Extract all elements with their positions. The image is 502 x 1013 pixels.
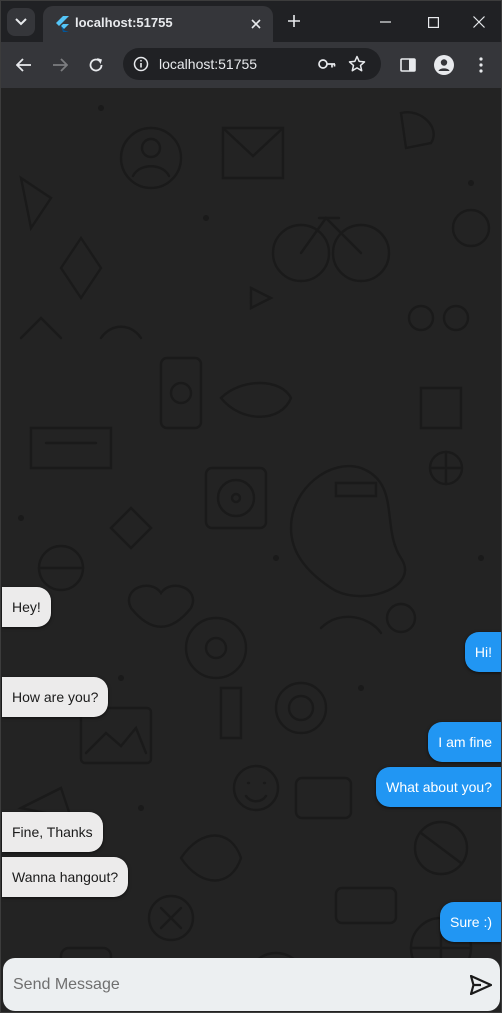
side-panel-icon [400,58,416,72]
incoming-message: Fine, Thanks [2,812,103,852]
send-icon [470,975,492,995]
close-icon[interactable] [247,15,265,33]
side-panel-button[interactable] [394,51,422,79]
incoming-message: Hey! [2,587,51,627]
tab-search-button[interactable] [7,8,35,36]
chat-screen: Hey! Hi! How are you? I am fine What abo… [1,88,501,1012]
reload-button[interactable] [82,51,110,79]
outgoing-message: What about you? [376,767,501,807]
minimize-icon [379,21,391,23]
menu-button[interactable] [467,51,495,79]
profile-button[interactable] [430,51,458,79]
window-close-button[interactable] [465,9,493,35]
outgoing-message: I am fine [428,722,501,762]
flutter-icon [56,16,69,32]
incoming-message: Wanna hangout? [2,857,129,897]
browser-window: localhost:51755 localhost:51755 Hey! Hi!… [0,0,502,1013]
tab-title: localhost:51755 [75,15,173,30]
browser-tab[interactable]: localhost:51755 [43,6,273,42]
maximize-button[interactable] [419,9,447,35]
title-bar: localhost:51755 [1,1,501,42]
address-text[interactable]: localhost:51755 [159,56,257,72]
address-bar[interactable]: localhost:51755 [123,48,381,80]
incoming-message: How are you? [2,677,109,717]
maximize-icon [427,16,439,28]
minimize-button[interactable] [371,9,399,35]
key-icon[interactable] [317,54,337,74]
forward-button[interactable] [46,51,74,79]
profile-icon [434,55,454,75]
back-button[interactable] [10,51,38,79]
info-icon[interactable] [131,54,151,74]
star-icon[interactable] [347,54,367,74]
close-icon [473,16,485,28]
kebab-menu-icon [479,57,483,73]
message-input[interactable] [13,972,453,998]
message-composer [3,958,500,1011]
plus-icon [288,15,300,27]
chevron-down-icon [15,18,27,26]
send-button[interactable] [469,974,493,996]
reload-icon [89,58,103,72]
browser-toolbar: localhost:51755 [1,42,501,88]
new-tab-button[interactable] [283,10,305,32]
forward-arrow-icon [53,58,68,72]
back-arrow-icon [16,58,31,72]
outgoing-message: Hi! [464,632,501,672]
outgoing-message: Sure :) [439,902,501,942]
